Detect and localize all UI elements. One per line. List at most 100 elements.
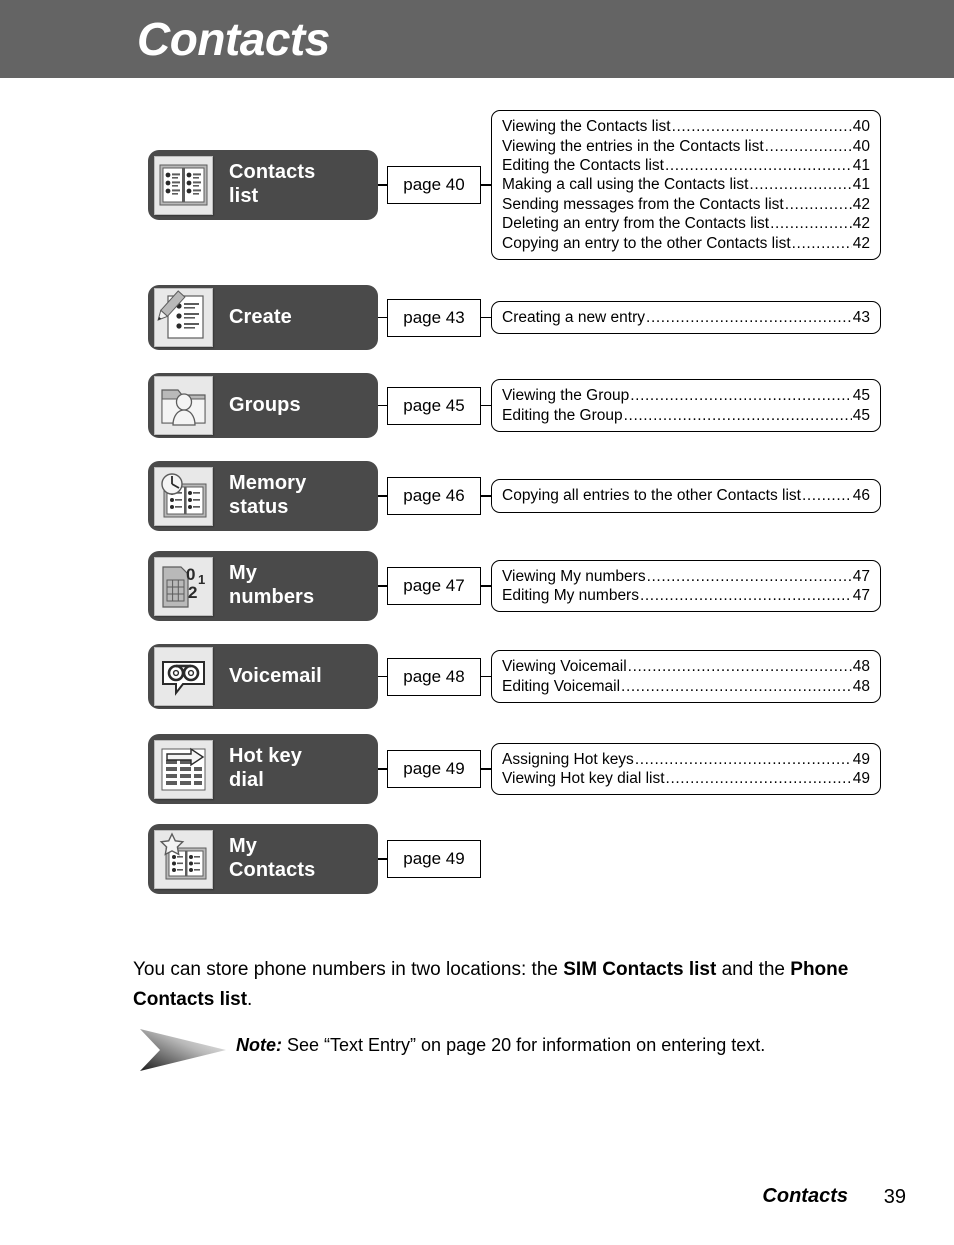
connector-line-left [378, 404, 387, 407]
toc-entry-title: Editing the Group [502, 406, 623, 424]
section-chip-my-numbers[interactable]: 0 1 2 My numbers [148, 551, 378, 621]
toc-entry[interactable]: Sending messages from the Contacts list.… [502, 195, 870, 214]
connector-line-right [481, 585, 491, 587]
keypad-arrow-icon [154, 739, 213, 799]
section-label: My numbers [229, 562, 315, 608]
folder-person-icon [154, 376, 213, 435]
section-label: Hot key dial [229, 745, 302, 791]
section-row: Hot key dial page 49 Assigning Hot keys...… [0, 734, 954, 804]
section-row: Create page 43 Creating a new entry.......… [0, 285, 954, 350]
toc-entry-title: Viewing Hot key dial list [502, 770, 665, 787]
toc-entry[interactable]: Viewing the Contacts list...............… [502, 117, 870, 136]
connector-line-right [481, 768, 491, 770]
intro-text-2: and the [716, 959, 791, 980]
toc-entry[interactable]: Editing the Contacts list...............… [502, 156, 870, 175]
toc-entry-page: 40 [852, 137, 870, 155]
page-reference-box[interactable]: page 46 [387, 477, 481, 515]
note-label: Note: [236, 1035, 282, 1055]
connector-line-left [378, 585, 387, 587]
section-chip-contacts-list[interactable]: Contacts list [148, 150, 378, 220]
toc-entry[interactable]: Viewing the entries in the Contacts list… [502, 137, 870, 156]
footer-page-number: 39 [883, 1186, 906, 1208]
page-reference-box[interactable]: page 40 [387, 166, 481, 204]
section-label: Memory status [229, 472, 307, 518]
intro-paragraph: You can store phone numbers in two locat… [133, 955, 893, 1015]
section-chip-hot-key-dial[interactable]: Hot key dial [148, 734, 378, 804]
toc-entry-title: Editing Voicemail [502, 677, 621, 695]
toc-entry[interactable]: Editing the Group.......................… [502, 406, 870, 425]
toc-entry[interactable]: Copying an entry to the other Contacts l… [502, 234, 870, 253]
toc-box: Copying all entries to the other Contact… [491, 479, 881, 513]
toc-dot-leader: ........................................… [791, 234, 852, 252]
toc-entry-title: Creating a new entry [502, 308, 646, 326]
connector-line-right [481, 316, 491, 319]
note-block: Note: See “Text Entry” on page 20 for in… [133, 1027, 923, 1073]
note-arrow-icon [138, 1027, 230, 1078]
pen-writing-list-icon [154, 288, 213, 347]
toc-entry-page: 47 [852, 587, 870, 604]
toc-dot-leader: ........................................… [664, 156, 852, 174]
address-book-icon [154, 155, 213, 215]
toc-entry[interactable]: Making a call using the Contacts list...… [502, 175, 870, 194]
page-reference-box[interactable]: page 49 [387, 840, 481, 878]
sim-card-numbers-icon: 0 1 2 [154, 556, 213, 616]
toc-entry-page: 41 [852, 176, 870, 194]
toc-entry-page: 43 [852, 308, 870, 326]
toc-dot-leader: ........................................… [671, 118, 852, 136]
section-chip-voicemail[interactable]: Voicemail [148, 644, 378, 709]
toc-entry[interactable]: Viewing the Group.......................… [502, 386, 870, 405]
toc-entry[interactable]: Viewing Voicemail.......................… [502, 657, 870, 676]
toc-entry[interactable]: Creating a new entry....................… [502, 308, 870, 327]
toc-dot-leader: ........................................… [665, 770, 852, 787]
toc-entry-page: 47 [852, 567, 870, 585]
toc-entry-page: 42 [852, 195, 870, 213]
toc-entry-title: Viewing My numbers [502, 567, 646, 585]
section-label: Voicemail [229, 664, 322, 687]
page-reference-box[interactable]: page 47 [387, 567, 481, 605]
toc-entry[interactable]: Assigning Hot keys......................… [502, 750, 870, 769]
toc-entry[interactable]: Editing Voicemail.......................… [502, 677, 870, 696]
toc-entry-title: Editing My numbers [502, 587, 639, 604]
toc-box: Viewing Voicemail.......................… [491, 650, 881, 703]
section-row: Groups page 45 Viewing the Group..........… [0, 373, 954, 438]
voicemail-tape-bubble-icon [154, 647, 213, 706]
footer-chapter-title: Contacts [762, 1185, 848, 1207]
section-chip-create[interactable]: Create [148, 285, 378, 350]
toc-entry-title: Viewing the Contacts list [502, 118, 671, 136]
page-header-bar: Contacts [0, 0, 954, 78]
toc-dot-leader: ........................................… [630, 387, 852, 405]
section-chip-memory-status[interactable]: Memory status [148, 461, 378, 531]
section-chip-groups[interactable]: Groups [148, 373, 378, 438]
toc-dot-leader: ........................................… [621, 677, 852, 695]
section-row: Voicemail page 48 Viewing Voicemail.......… [0, 644, 954, 709]
connector-line-right [481, 675, 491, 678]
page-title: Contacts [137, 13, 330, 65]
toc-entry-page: 42 [852, 234, 870, 252]
toc-dot-leader: ........................................… [627, 658, 852, 676]
toc-entry[interactable]: Viewing My numbers......................… [502, 567, 870, 586]
page-reference-box[interactable]: page 49 [387, 750, 481, 788]
toc-entry[interactable]: Deleting an entry from the Contacts list… [502, 214, 870, 233]
toc-entry-page: 41 [852, 156, 870, 174]
page-reference-box[interactable]: page 45 [387, 386, 481, 425]
toc-entry[interactable]: Copying all entries to the other Contact… [502, 486, 870, 505]
toc-dot-leader: ........................................… [801, 487, 852, 505]
toc-dot-leader: ........................................… [646, 308, 852, 326]
toc-entry-title: Deleting an entry from the Contacts list [502, 215, 770, 233]
page-reference-box[interactable]: page 43 [387, 298, 481, 337]
connector-line-left [378, 495, 387, 497]
svg-text:2: 2 [188, 583, 197, 602]
toc-entry[interactable]: Viewing Hot key dial list...............… [502, 769, 870, 788]
toc-dot-leader: ........................................… [634, 750, 852, 768]
page-reference-box[interactable]: page 48 [387, 657, 481, 696]
toc-entry-page: 49 [852, 750, 870, 768]
toc-entry[interactable]: Editing My numbers......................… [502, 586, 870, 605]
section-row: 0 1 2 My numbers page 47 Viewing My number… [0, 551, 954, 621]
section-chip-my-contacts[interactable]: My Contacts [148, 824, 378, 894]
toc-entry-page: 48 [852, 677, 870, 695]
section-row: Memory status page 46 Copying all entries … [0, 461, 954, 531]
svg-text:1: 1 [198, 572, 205, 587]
connector-line-left [378, 675, 387, 678]
toc-entry-page: 40 [852, 118, 870, 136]
note-body: See “Text Entry” on page 20 for informat… [282, 1035, 766, 1055]
